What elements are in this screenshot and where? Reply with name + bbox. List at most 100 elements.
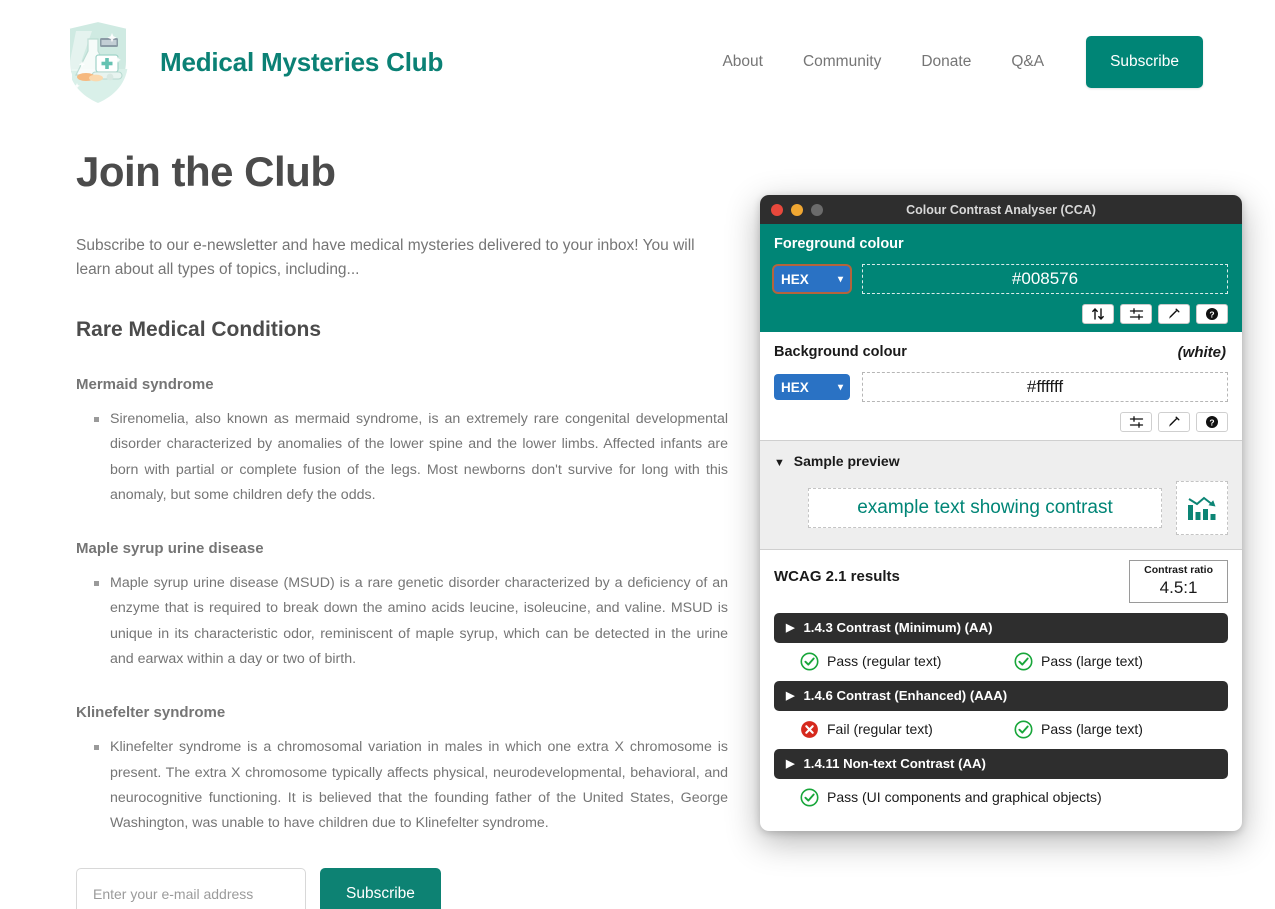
eyedropper-icon[interactable] [1158, 304, 1190, 324]
triangle-right-icon: ▶ [786, 622, 795, 635]
condition-list: Klinefelter syndrome is a chromosomal va… [76, 735, 728, 836]
section-title: Rare Medical Conditions [76, 318, 322, 342]
criterion-1.4.6-results: Fail (regular text) Pass (large text) [800, 720, 1228, 739]
site-header: Medical Mysteries Club About Community D… [0, 0, 1275, 124]
sample-preview-panel: ▼ Sample preview example text showing co… [760, 441, 1242, 549]
condition-list: Sirenomelia, also known as mermaid syndr… [76, 407, 728, 508]
criterion-label: 1.4.11 Non-text Contrast (AA) [803, 756, 986, 772]
results-title: WCAG 2.1 results [774, 568, 900, 585]
swap-colours-icon[interactable] [1082, 304, 1114, 324]
foreground-format-select[interactable]: HEX ▾ [774, 266, 850, 292]
wcag-results-panel: WCAG 2.1 results Contrast ratio 4.5:1 ▶ … [760, 550, 1242, 821]
pass-check-icon [1014, 720, 1033, 739]
zoom-window-button [811, 203, 823, 216]
criterion-label: 1.4.3 Contrast (Minimum) (AA) [803, 620, 993, 636]
pass-check-icon [800, 788, 819, 807]
result-fail-regular-text: Fail (regular text) [800, 720, 1014, 739]
nav-item-about[interactable]: About [722, 36, 783, 88]
chevron-down-icon: ▾ [837, 381, 843, 393]
sliders-icon[interactable] [1120, 412, 1152, 432]
medical-shield-badge-icon [62, 17, 134, 107]
foreground-tools: ? [774, 304, 1228, 324]
background-colour-row: HEX ▾ #ffffff [774, 372, 1228, 402]
foreground-hex-input[interactable]: #008576 [862, 264, 1228, 294]
brand[interactable]: Medical Mysteries Club [62, 17, 443, 107]
result-pass-ui-components: Pass (UI components and graphical object… [800, 788, 1228, 807]
criterion-1.4.11-results: Pass (UI components and graphical object… [800, 788, 1228, 807]
page-title: Join the Club [76, 148, 336, 195]
background-colour-panel: Background colour (white) HEX ▾ #ffffff [760, 332, 1242, 440]
condition-title: Mermaid syndrome [76, 376, 214, 394]
colour-contrast-analyser-window[interactable]: Colour Contrast Analyser (CCA) Foregroun… [760, 195, 1242, 831]
list-item: Sirenomelia, also known as mermaid syndr… [94, 407, 728, 508]
brand-title: Medical Mysteries Club [160, 46, 444, 77]
nav-item-qa[interactable]: Q&A [991, 36, 1064, 88]
pass-check-icon [1014, 652, 1033, 671]
nav-item-donate[interactable]: Donate [901, 36, 991, 88]
close-window-button[interactable] [771, 203, 783, 216]
nav-subscribe-button[interactable]: Subscribe [1086, 36, 1203, 88]
contrast-ratio-label: Contrast ratio [1144, 564, 1213, 576]
contrast-ratio-value: 4.5:1 [1159, 577, 1198, 597]
criterion-1.4.3-header[interactable]: ▶ 1.4.3 Contrast (Minimum) (AA) [774, 612, 1228, 643]
condition-title: Maple syrup urine disease [76, 540, 264, 558]
window-titlebar[interactable]: Colour Contrast Analyser (CCA) [760, 195, 1242, 224]
condition-title: Klinefelter syndrome [76, 704, 226, 722]
background-format-value: HEX [781, 379, 809, 395]
foreground-colour-row: HEX ▾ #008576 [774, 264, 1228, 294]
help-icon[interactable]: ? [1196, 304, 1228, 324]
sample-preview-label: Sample preview [793, 453, 900, 469]
result-pass-regular-text: Pass (regular text) [800, 652, 1014, 671]
criterion-1.4.3-results: Pass (regular text) Pass (large text) [800, 652, 1228, 671]
nav-item-community[interactable]: Community [783, 36, 901, 88]
email-field[interactable] [76, 868, 306, 909]
condition-list: Maple syrup urine disease (MSUD) is a ra… [76, 571, 728, 672]
pass-check-icon [800, 652, 819, 671]
minimize-window-button[interactable] [791, 203, 803, 216]
result-text: Pass (large text) [1041, 653, 1143, 670]
page-root: Medical Mysteries Club About Community D… [0, 0, 1275, 909]
result-pass-large-text: Pass (large text) [1014, 720, 1228, 739]
svg-text:?: ? [1209, 417, 1214, 427]
window-controls [771, 203, 823, 216]
foreground-colour-panel: Foreground colour HEX ▾ #008576 ? [760, 224, 1242, 332]
svg-text:?: ? [1209, 309, 1214, 319]
background-colour-name: (white) [1177, 344, 1226, 361]
main-nav: About Community Donate Q&A Subscribe [722, 36, 1203, 88]
intro-paragraph: Subscribe to our e-newsletter and have m… [76, 237, 695, 279]
main-content: Join the Club Subscribe to our e-newslet… [76, 148, 728, 909]
sliders-icon[interactable] [1120, 304, 1152, 324]
foreground-label: Foreground colour [774, 236, 904, 252]
result-text: Pass (regular text) [827, 653, 942, 670]
fail-cross-icon [801, 720, 818, 738]
triangle-down-icon: ▼ [774, 457, 785, 469]
sample-preview-row: example text showing contrast [774, 481, 1228, 535]
declining-bar-chart-icon [1188, 496, 1216, 520]
criterion-1.4.6-header[interactable]: ▶ 1.4.6 Contrast (Enhanced) (AAA) [774, 680, 1228, 711]
sample-preview-disclosure[interactable]: ▼ Sample preview [774, 453, 1228, 469]
result-text: Pass (UI components and graphical object… [827, 789, 1102, 806]
result-text: Fail (regular text) [827, 721, 933, 738]
list-item: Klinefelter syndrome is a chromosomal va… [94, 735, 728, 836]
results-header: WCAG 2.1 results Contrast ratio 4.5:1 [774, 560, 1228, 603]
result-pass-large-text: Pass (large text) [1014, 652, 1228, 671]
triangle-right-icon: ▶ [786, 690, 795, 703]
criterion-label: 1.4.6 Contrast (Enhanced) (AAA) [803, 688, 1008, 704]
help-icon[interactable]: ? [1196, 412, 1228, 432]
contrast-ratio-box: Contrast ratio 4.5:1 [1129, 560, 1228, 603]
newsletter-form: Subscribe [76, 868, 728, 909]
foreground-format-value: HEX [781, 271, 809, 287]
list-item: Maple syrup urine disease (MSUD) is a ra… [94, 571, 728, 672]
result-text: Pass (large text) [1041, 721, 1143, 738]
sample-text: example text showing contrast [808, 488, 1162, 528]
criterion-1.4.11-header[interactable]: ▶ 1.4.11 Non-text Contrast (AA) [774, 748, 1228, 779]
chevron-down-icon: ▾ [837, 273, 843, 285]
eyedropper-icon[interactable] [1158, 412, 1190, 432]
subscribe-button[interactable]: Subscribe [320, 868, 441, 909]
background-tools: ? [774, 412, 1228, 432]
background-hex-input[interactable]: #ffffff [862, 372, 1228, 402]
background-format-select[interactable]: HEX ▾ [774, 374, 850, 400]
background-label: Background colour [774, 344, 907, 360]
window-title: Colour Contrast Analyser (CCA) [906, 202, 1096, 217]
sample-graphic [1176, 481, 1228, 535]
